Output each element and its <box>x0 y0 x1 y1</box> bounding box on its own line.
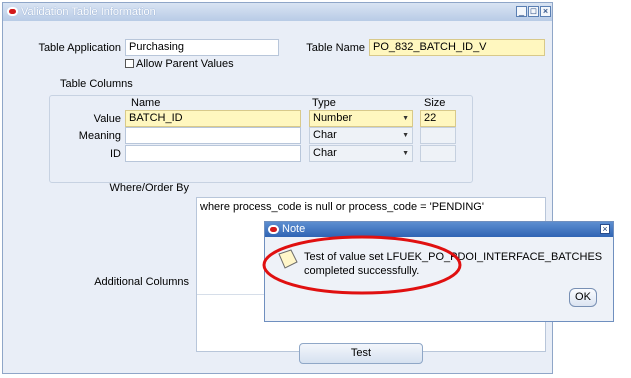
where-order-by-text: where process_code is null or process_co… <box>200 201 484 213</box>
close-icon[interactable]: × <box>600 224 610 234</box>
minimize-icon[interactable]: _ <box>516 6 527 17</box>
meaning-column-name-field[interactable] <box>125 127 301 144</box>
id-column-name-field[interactable] <box>125 145 301 162</box>
oracle-logo-icon <box>7 7 18 16</box>
allow-parent-values-checkbox[interactable] <box>125 59 134 68</box>
highlight-ellipse <box>262 235 462 295</box>
value-column-size-field[interactable]: 22 <box>420 110 456 127</box>
value-column-name-field[interactable]: BATCH_ID <box>125 110 301 127</box>
chevron-down-icon: ▼ <box>402 115 409 122</box>
additional-columns-label: Additional Columns <box>94 276 189 288</box>
id-column-size-field[interactable] <box>420 145 456 162</box>
table-name-field[interactable]: PO_832_BATCH_ID_V <box>369 39 545 56</box>
test-button[interactable]: Test <box>299 343 423 364</box>
ok-button[interactable]: OK <box>569 288 597 307</box>
close-icon[interactable]: × <box>540 6 551 17</box>
maximize-icon[interactable]: □ <box>528 6 539 17</box>
column-header-size: Size <box>424 97 446 109</box>
id-column-type-text: Char <box>313 147 337 159</box>
value-column-type-select[interactable]: Number ▼ <box>309 110 413 127</box>
table-columns-group-label: Table Columns <box>58 78 135 90</box>
chevron-down-icon: ▼ <box>402 132 409 139</box>
column-header-type: Type <box>312 97 336 109</box>
column-header-name: Name <box>131 97 161 109</box>
where-order-by-label: Where/Order By <box>109 182 189 194</box>
id-row-label: ID <box>110 148 121 160</box>
meaning-row-label: Meaning <box>78 130 121 142</box>
allow-parent-values-label: Allow Parent Values <box>136 58 234 70</box>
meaning-column-type-select[interactable]: Char ▼ <box>309 127 413 144</box>
value-column-type-text: Number <box>313 112 353 124</box>
table-name-label: Table Name <box>306 42 365 54</box>
table-application-field[interactable]: Purchasing <box>125 39 279 56</box>
id-column-type-select[interactable]: Char ▼ <box>309 145 413 162</box>
window-title: Validation Table Information <box>21 6 156 18</box>
chevron-down-icon: ▼ <box>402 150 409 157</box>
meaning-column-type-text: Char <box>313 129 337 141</box>
value-row-label: Value <box>93 113 121 125</box>
meaning-column-size-field[interactable] <box>420 127 456 144</box>
table-application-label: Table Application <box>38 42 121 54</box>
window-title-bar[interactable]: Validation Table Information _ □ × <box>3 3 552 21</box>
